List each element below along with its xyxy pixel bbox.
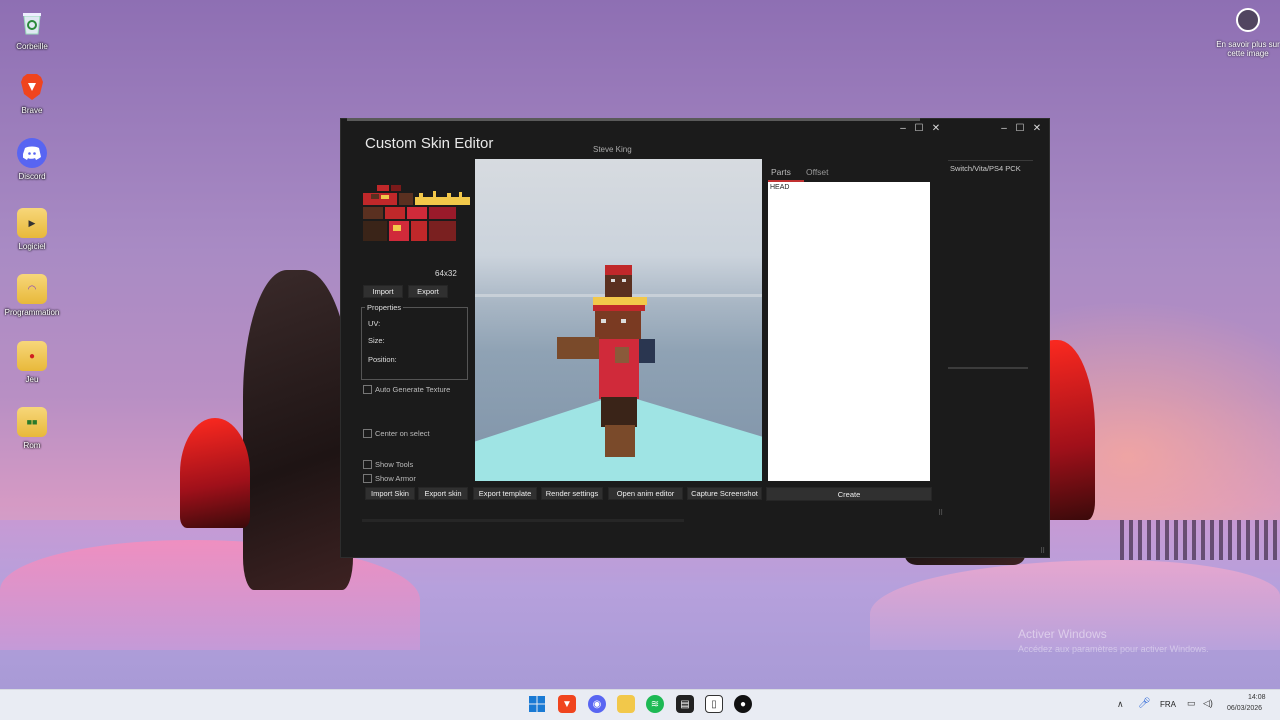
- file-explorer-icon[interactable]: [617, 695, 635, 713]
- desktop-icon-label: Discord: [18, 172, 46, 181]
- brave-icon: [17, 72, 47, 102]
- desktop-icon-brave[interactable]: Brave: [0, 72, 64, 115]
- discord-icon[interactable]: ◉: [588, 695, 606, 713]
- capture-screenshot-button[interactable]: Capture Screenshot: [687, 487, 762, 500]
- tab-parts[interactable]: Parts: [771, 167, 791, 177]
- windows-start-icon[interactable]: [528, 695, 546, 713]
- clock-time[interactable]: 14:08: [1248, 694, 1266, 701]
- side-panel-separator: [948, 367, 1028, 369]
- export-template-button[interactable]: Export template: [473, 487, 537, 500]
- discord-icon: [17, 138, 47, 168]
- show-tools-label: Show Tools: [375, 460, 414, 469]
- show-armor-checkbox[interactable]: [363, 474, 372, 483]
- desktop-icon-label: Corbeille: [16, 42, 48, 51]
- render-settings-button[interactable]: Render settings: [541, 487, 603, 500]
- show-armor-label: Show Armor: [375, 474, 416, 483]
- activation-watermark-subtitle: Accédez aux paramètres pour activer Wind…: [1018, 644, 1209, 654]
- window-resize-grip-icon[interactable]: ⠿: [1040, 547, 1045, 555]
- center-on-select-checkbox[interactable]: [363, 429, 372, 438]
- side-panel-divider: [948, 160, 1033, 161]
- folder-icon: ■■: [17, 407, 47, 437]
- desktop-icon-rom[interactable]: ■■ Rom: [0, 407, 64, 450]
- brave-icon[interactable]: ▼: [558, 695, 576, 713]
- import-skin-button[interactable]: Import Skin: [365, 487, 415, 500]
- uv-label: UV:: [368, 319, 381, 328]
- pck-panel-title: Switch/Vita/PS4 PCK: [950, 164, 1021, 173]
- show-tools-checkbox[interactable]: [363, 460, 372, 469]
- center-on-select-label: Center on select: [375, 429, 430, 438]
- desktop-icon-label: Brave: [21, 106, 43, 115]
- display-icon[interactable]: ▭: [1187, 698, 1196, 709]
- folder-icon: ●: [17, 341, 47, 371]
- outer-close-button[interactable]: ✕: [1030, 123, 1044, 134]
- github-icon[interactable]: ●: [734, 695, 752, 713]
- volume-icon[interactable]: ◁): [1203, 698, 1213, 709]
- status-bar: [362, 519, 684, 522]
- skin-texture-preview: [363, 185, 470, 241]
- size-label: Size:: [368, 336, 385, 345]
- desktop-icon-label: Logiciel: [18, 242, 46, 251]
- close-button[interactable]: ✕: [929, 123, 943, 134]
- desktop-icon-discord[interactable]: Discord: [0, 138, 64, 181]
- twitch-icon[interactable]: ▯: [705, 695, 723, 713]
- resize-grip-icon[interactable]: ⠿: [938, 509, 943, 517]
- outer-minimize-button[interactable]: –: [997, 123, 1011, 134]
- auto-generate-label: Auto Generate Texture: [375, 385, 451, 394]
- skin-name: Steve King: [593, 145, 632, 154]
- import-button[interactable]: Import: [363, 285, 403, 298]
- parts-list[interactable]: HEAD: [768, 182, 930, 481]
- texture-size-label: 64x32: [435, 269, 457, 278]
- export-button[interactable]: Export: [408, 285, 448, 298]
- open-anim-editor-button[interactable]: Open anim editor: [608, 487, 683, 500]
- desktop-icon-label: Programmation: [4, 308, 60, 317]
- standing-stone-red-left: [180, 418, 250, 528]
- position-label: Position:: [368, 355, 397, 364]
- desktop-icon-logiciel[interactable]: ▶ Logiciel: [0, 208, 64, 251]
- export-skin-button[interactable]: Export skin: [418, 487, 468, 500]
- camera-info-icon[interactable]: [1236, 8, 1260, 32]
- outer-maximize-button[interactable]: ☐: [1013, 123, 1027, 134]
- tab-offset[interactable]: Offset: [806, 167, 829, 177]
- learn-more-label[interactable]: En savoir plus sur cette image: [1212, 40, 1280, 58]
- skin-model: [557, 265, 655, 457]
- treeline: [1120, 520, 1280, 560]
- auto-generate-checkbox[interactable]: [363, 385, 372, 394]
- folder-icon: ◠: [17, 274, 47, 304]
- chevron-up-icon[interactable]: ∧: [1117, 699, 1124, 710]
- activation-watermark-title: Activer Windows: [1018, 627, 1107, 641]
- app-icon[interactable]: ▤: [676, 695, 694, 713]
- clock-date[interactable]: 06/03/2026: [1227, 705, 1262, 712]
- create-button[interactable]: Create: [766, 487, 932, 501]
- list-item[interactable]: HEAD: [770, 184, 789, 191]
- standing-stone-dark: [243, 270, 353, 590]
- maximize-button[interactable]: ☐: [912, 123, 926, 134]
- 3d-viewport[interactable]: [475, 159, 762, 481]
- recycle-bin-icon: [17, 8, 47, 38]
- desktop-icon-programmation[interactable]: ◠ Programmation: [0, 274, 64, 317]
- properties-legend: Properties: [365, 303, 404, 312]
- spotify-icon[interactable]: ≋: [646, 695, 664, 713]
- taskbar: [0, 689, 1280, 720]
- minimize-button[interactable]: –: [896, 123, 910, 134]
- desktop-icon-recycle-bin[interactable]: Corbeille: [0, 8, 64, 51]
- app-title: Custom Skin Editor: [365, 135, 494, 152]
- folder-icon: ▶: [17, 208, 47, 238]
- language-indicator[interactable]: FRA: [1160, 700, 1176, 709]
- microphone-icon[interactable]: 🎤︎: [1138, 698, 1151, 709]
- desktop-icon-jeu[interactable]: ● Jeu: [0, 341, 64, 384]
- desktop-icon-label: Rom: [23, 441, 41, 450]
- title-accent-line: [347, 118, 920, 121]
- desktop-icon-label: Jeu: [25, 375, 39, 384]
